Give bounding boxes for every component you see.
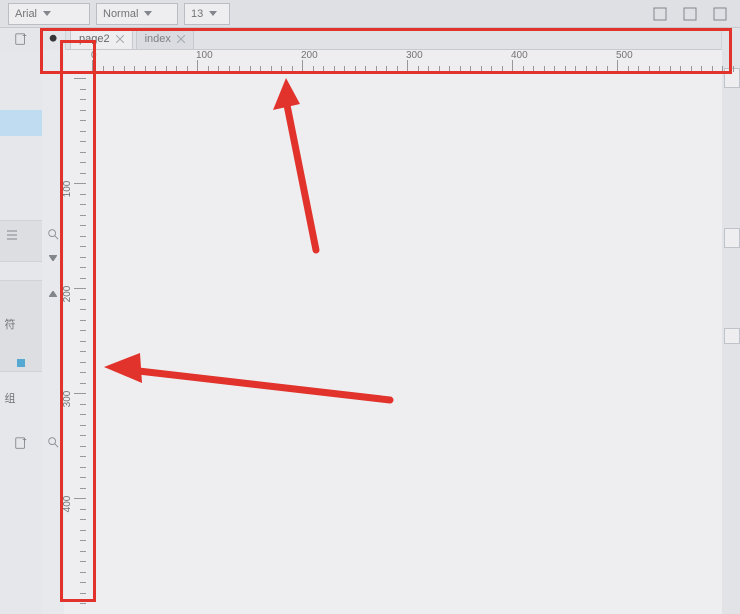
- annotation-arrows: [0, 0, 740, 614]
